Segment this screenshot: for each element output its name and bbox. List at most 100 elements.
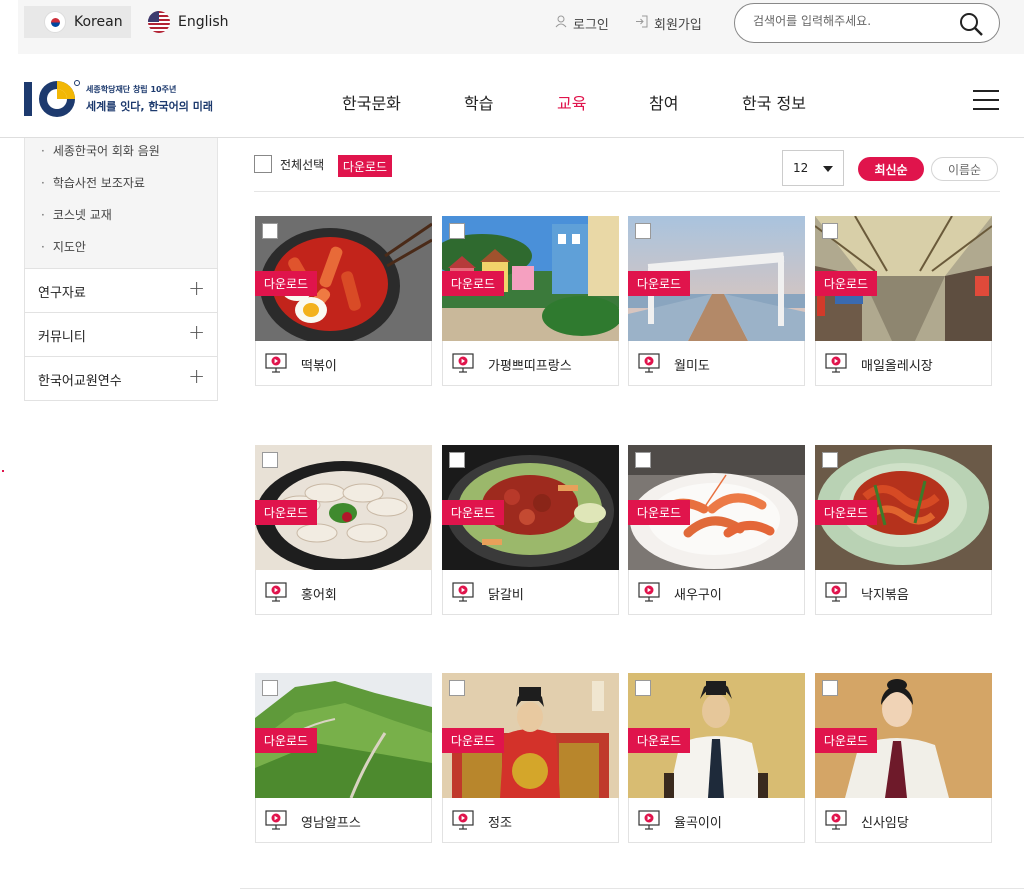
lang-korean-label: Korean (74, 14, 123, 30)
menu-icon[interactable] (973, 90, 999, 110)
sidebar-item-label: 커뮤니티 (38, 330, 86, 345)
card-meta: 홍어회 (255, 570, 432, 615)
card-title[interactable]: 낙지볶음 (861, 584, 909, 603)
card-checkbox[interactable] (822, 680, 838, 696)
card-checkbox[interactable] (449, 452, 465, 468)
card-checkbox[interactable] (262, 680, 278, 696)
login-label: 로그인 (573, 18, 609, 33)
card-meta: 율곡이이 (628, 798, 805, 843)
card-title[interactable]: 영남알프스 (301, 812, 361, 831)
logo-10-mark-icon (24, 80, 80, 117)
per-page-select[interactable]: 12 (782, 150, 844, 186)
card-checkbox[interactable] (449, 680, 465, 696)
sidebar-item-label: 연구자료 (38, 286, 86, 301)
media-card: 새우구이 다운로드 (628, 445, 805, 615)
sidebar-item-research[interactable]: 연구자료 + (24, 269, 218, 313)
sort-newest-button[interactable]: 최신순 (858, 157, 924, 181)
card-meta: 월미도 (628, 341, 805, 386)
per-page-value: 12 (793, 161, 809, 175)
plus-icon: + (188, 276, 205, 300)
card-title[interactable]: 월미도 (674, 355, 710, 374)
card-download-button[interactable]: 다운로드 (442, 728, 504, 753)
sidebar-item-teacher-training[interactable]: 한국어교원연수 + (24, 357, 218, 401)
sidebar-subitem[interactable]: 학습사전 보조자료 (41, 174, 145, 191)
lang-english-label: English (178, 14, 229, 30)
card-title[interactable]: 가평쁘띠프랑스 (488, 355, 572, 374)
media-card: 홍어회 다운로드 (255, 445, 432, 615)
join-label: 회원가입 (654, 18, 702, 33)
lang-english-button[interactable]: English (148, 6, 229, 38)
media-card: 신사임당 다운로드 (815, 673, 992, 843)
sidebar-item-community[interactable]: 커뮤니티 + (24, 313, 218, 357)
media-card: 정조 다운로드 (442, 673, 619, 843)
card-title[interactable]: 율곡이이 (674, 812, 722, 831)
bulk-download-button[interactable]: 다운로드 (338, 155, 392, 177)
sidebar-subitem[interactable]: 세종한국어 회화 음원 (41, 142, 160, 159)
select-all-checkbox[interactable] (254, 155, 272, 173)
media-card: 매일올레시장 다운로드 (815, 216, 992, 386)
card-title[interactable]: 홍어회 (301, 584, 337, 603)
gnb-education[interactable]: 교육 (557, 90, 586, 114)
sidebar-subitem[interactable]: 코스넷 교재 (41, 206, 112, 223)
card-checkbox[interactable] (635, 680, 651, 696)
card-download-button[interactable]: 다운로드 (628, 271, 690, 296)
media-card: 월미도 다운로드 (628, 216, 805, 386)
gnb-korea-info[interactable]: 한국 정보 (742, 90, 806, 114)
join-link[interactable]: 회원가입 (635, 14, 702, 33)
card-download-button[interactable]: 다운로드 (255, 728, 317, 753)
card-download-button[interactable]: 다운로드 (628, 728, 690, 753)
gnb-korean-culture[interactable]: 한국문화 (342, 90, 401, 114)
card-download-button[interactable]: 다운로드 (442, 500, 504, 525)
logo-tagline: 세종학당재단 창립 10주년 (86, 85, 177, 94)
site-header: 세종학당재단 창립 10주년 세계를 잇다, 한국어의 미래 한국문화 학습 교… (0, 54, 1024, 138)
card-meta: 새우구이 (628, 570, 805, 615)
site-logo[interactable]: 세종학당재단 창립 10주년 세계를 잇다, 한국어의 미래 (24, 78, 224, 120)
video-monitor-icon (825, 582, 847, 602)
card-title[interactable]: 새우구이 (674, 584, 722, 603)
video-monitor-icon (825, 810, 847, 830)
select-all[interactable]: 전체선택 (254, 155, 324, 173)
card-download-button[interactable]: 다운로드 (815, 271, 877, 296)
card-checkbox[interactable] (635, 223, 651, 239)
card-checkbox[interactable] (262, 223, 278, 239)
card-download-button[interactable]: 다운로드 (255, 271, 317, 296)
login-link[interactable]: 로그인 (555, 14, 609, 33)
card-download-button[interactable]: 다운로드 (255, 500, 317, 525)
card-download-button[interactable]: 다운로드 (442, 271, 504, 296)
card-download-button[interactable]: 다운로드 (815, 728, 877, 753)
card-title[interactable]: 떡볶이 (301, 355, 337, 374)
video-monitor-icon (452, 582, 474, 602)
media-card: 낙지볶음 다운로드 (815, 445, 992, 615)
card-title[interactable]: 정조 (488, 812, 512, 831)
card-title[interactable]: 매일올레시장 (861, 355, 933, 374)
card-meta: 낙지볶음 (815, 570, 992, 615)
list-toolbar: 전체선택 다운로드 12 최신순 이름순 (254, 150, 1000, 192)
card-checkbox[interactable] (449, 223, 465, 239)
lang-korean-button[interactable]: Korean (24, 6, 131, 38)
decorative-dot (2, 470, 4, 472)
gnb-learning[interactable]: 학습 (464, 90, 493, 114)
card-checkbox[interactable] (262, 452, 278, 468)
logo-slogan: 세계를 잇다, 한국어의 미래 (86, 100, 213, 113)
card-download-button[interactable]: 다운로드 (628, 500, 690, 525)
card-download-button[interactable]: 다운로드 (815, 500, 877, 525)
card-title[interactable]: 닭갈비 (488, 584, 524, 603)
sidebar-submenu: 세종한국어 회화 음원 학습사전 보조자료 코스넷 교재 지도안 (24, 138, 218, 268)
gnb-participation[interactable]: 참여 (649, 90, 678, 114)
korea-flag-icon (44, 11, 66, 33)
search-icon[interactable] (959, 12, 983, 36)
card-checkbox[interactable] (822, 452, 838, 468)
plus-icon: + (188, 364, 205, 388)
card-meta: 매일올레시장 (815, 341, 992, 386)
card-title[interactable]: 신사임당 (861, 812, 909, 831)
video-monitor-icon (265, 810, 287, 830)
select-all-label: 전체선택 (280, 157, 325, 172)
card-meta: 신사임당 (815, 798, 992, 843)
sort-name-button[interactable]: 이름순 (931, 157, 998, 181)
card-checkbox[interactable] (635, 452, 651, 468)
card-checkbox[interactable] (822, 223, 838, 239)
video-monitor-icon (825, 353, 847, 373)
video-monitor-icon (638, 582, 660, 602)
sidebar-subitem[interactable]: 지도안 (41, 238, 86, 255)
search-input[interactable] (753, 14, 953, 28)
